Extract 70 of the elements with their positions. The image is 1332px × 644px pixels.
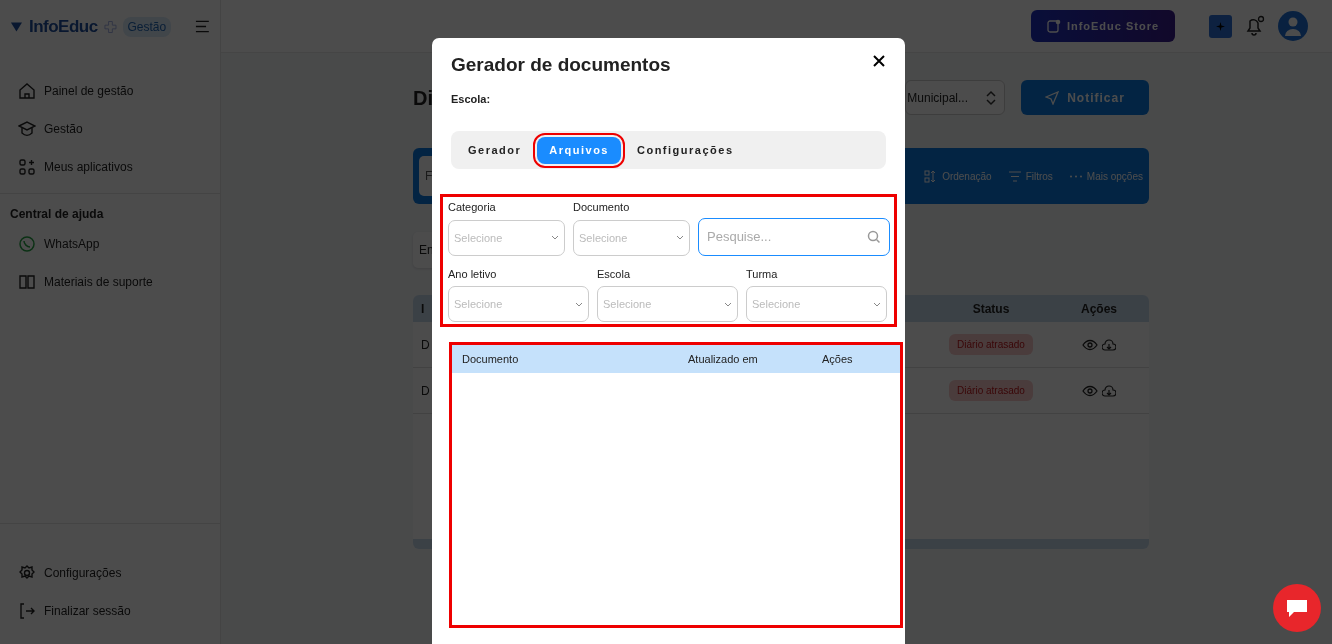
search-field[interactable]: Pesquise... <box>698 217 890 256</box>
field-label: Categoria <box>448 200 497 216</box>
chevron-down-icon <box>676 235 684 241</box>
notification-icon[interactable] <box>1244 15 1266 37</box>
chevron-down-icon <box>575 301 583 307</box>
column-header: I <box>421 301 425 316</box>
sidebar-item[interactable]: Painel de gestão <box>0 72 220 110</box>
field-label: Turma <box>746 266 779 282</box>
store-button[interactable]: InfoEduc Store <box>1031 10 1175 42</box>
page-title: Di <box>413 85 433 111</box>
filter-icon <box>1007 169 1022 183</box>
field-label: Documento <box>573 200 631 216</box>
sparkle-icon <box>1216 21 1225 31</box>
sidebar-item[interactable]: Finalizar sessão <box>0 592 220 630</box>
table-cell: D <box>421 337 430 352</box>
sidebar-item[interactable]: Meus aplicativos <box>0 148 220 186</box>
chevron-down-icon <box>873 301 881 307</box>
store-icon <box>1046 19 1061 33</box>
table-cell: D <box>421 383 430 398</box>
chat-icon <box>1285 597 1309 619</box>
sidebar-item[interactable]: Materiais de suporte <box>0 263 220 301</box>
tab[interactable]: Configurações <box>625 137 746 164</box>
sidebar-item[interactable]: WhatsApp <box>0 225 220 263</box>
column-header: Atualizado em <box>688 353 758 366</box>
logo-text: InfoEduc <box>28 15 98 38</box>
modal-title: Gerador de documentos <box>451 54 671 77</box>
sort-arrows-icon <box>986 89 996 106</box>
logo-icon <box>10 19 23 34</box>
select-field[interactable]: Selecione <box>746 286 887 323</box>
apps-icon <box>18 158 36 176</box>
column-header: Ações <box>822 353 853 366</box>
select-field[interactable]: Selecione <box>573 219 690 256</box>
home-icon <box>18 82 36 100</box>
view-icon[interactable] <box>1082 384 1098 397</box>
sidebar-item[interactable]: Gestão <box>0 110 220 148</box>
column-header: Ações <box>1081 300 1117 318</box>
toolbar-button[interactable]: Mais opções <box>1068 168 1143 184</box>
chevron-down-icon <box>724 301 732 307</box>
book-icon <box>18 273 36 291</box>
plus-icon <box>103 19 117 34</box>
view-icon[interactable] <box>1082 338 1098 351</box>
select-field[interactable]: Selecione <box>597 286 738 323</box>
section-title: Central de ajuda <box>9 206 105 223</box>
whatsapp-icon <box>18 235 36 253</box>
menu-icon[interactable] <box>195 20 210 33</box>
school-select[interactable]: Municipal... <box>905 80 1005 115</box>
search-icon <box>867 229 881 244</box>
close-icon <box>872 54 886 68</box>
select-field[interactable]: Selecione <box>448 286 589 323</box>
column-header: Status <box>972 300 1010 318</box>
column-header: Documento <box>462 353 519 366</box>
notify-button[interactable]: Notificar <box>1021 80 1149 115</box>
send-icon <box>1045 90 1060 105</box>
cloud-download-icon[interactable] <box>1102 338 1116 351</box>
graduation-cap-icon <box>18 120 36 138</box>
close-button[interactable] <box>872 54 886 68</box>
user-avatar[interactable] <box>1278 11 1308 41</box>
tab[interactable]: Gerador <box>456 137 534 164</box>
toolbar-button[interactable]: Ordenação <box>924 168 992 184</box>
field-label: Escola: <box>451 91 492 107</box>
field-label: Ano letivo <box>448 266 498 282</box>
sidebar-item[interactable]: Configurações <box>0 554 220 592</box>
cloud-download-icon[interactable] <box>1102 384 1116 397</box>
toolbar-button[interactable]: Filtros <box>1007 168 1053 184</box>
sparkle-button[interactable] <box>1209 14 1232 38</box>
select-field[interactable]: Selecione <box>448 219 565 256</box>
chevron-down-icon <box>551 235 559 241</box>
logout-icon <box>18 602 36 620</box>
user-icon <box>1284 16 1302 36</box>
field-label: Escola <box>597 266 632 282</box>
